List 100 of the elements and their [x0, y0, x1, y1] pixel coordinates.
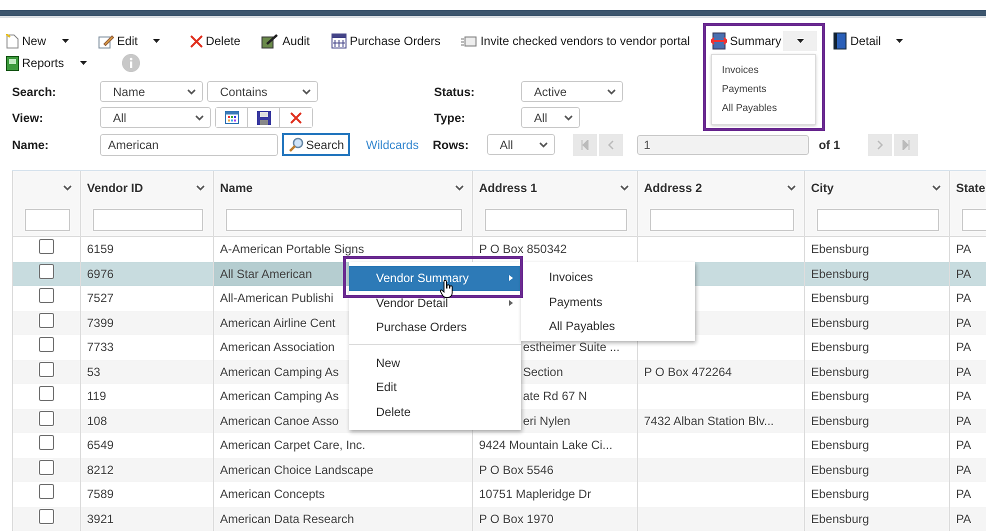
- dropdown-button[interactable]: [783, 31, 818, 51]
- view-select[interactable]: All: [100, 107, 211, 128]
- toolbar-button[interactable]: Invite checked vendors to vendor portal: [459, 31, 692, 51]
- table-cell: Ebensburg: [811, 340, 870, 354]
- toolbar-button[interactable]: Detail: [831, 31, 883, 51]
- caret-icon: [80, 61, 87, 65]
- last-page-button[interactable]: [894, 134, 918, 156]
- filter-field[interactable]: [650, 209, 794, 231]
- toolbar-button[interactable]: Audit: [259, 31, 312, 51]
- chevron-icon: [564, 114, 573, 120]
- first-page-icon: [580, 140, 589, 150]
- menu-item[interactable]: Vendor Summary: [349, 266, 521, 290]
- operator-select[interactable]: Contains: [207, 81, 318, 102]
- caret-icon: [153, 39, 160, 43]
- first-page-button[interactable]: [572, 134, 597, 156]
- table-cell: Ebensburg: [811, 316, 870, 330]
- menu-item[interactable]: Payments: [521, 290, 695, 314]
- row-checkbox[interactable]: [39, 264, 54, 278]
- menu-item[interactable]: Invoices: [521, 265, 695, 290]
- table-cell: Ebensburg: [811, 266, 870, 281]
- table-cell: PA: [956, 414, 972, 428]
- row-checkbox[interactable]: [39, 288, 54, 303]
- column-header[interactable]: City: [811, 180, 834, 194]
- dropdown-item[interactable]: Payments: [712, 80, 815, 99]
- column-header[interactable]: Name: [220, 180, 253, 194]
- column-header[interactable]: Address 1: [479, 180, 538, 194]
- previous-page-icon: [608, 140, 614, 150]
- chevron-icon: [302, 88, 311, 94]
- row-checkbox[interactable]: [39, 362, 54, 376]
- menu-item[interactable]: All Payables: [521, 314, 695, 338]
- filter-field[interactable]: [25, 209, 70, 231]
- chevron-icon: [187, 88, 196, 94]
- table-cell: 7432 Alban Station Blv...: [644, 414, 774, 428]
- name-field[interactable]: American: [100, 134, 278, 156]
- rows-select[interactable]: All: [486, 134, 555, 155]
- row-checkbox[interactable]: [39, 410, 54, 426]
- table-cell: American Data Research: [220, 512, 354, 526]
- row-checkbox[interactable]: [39, 386, 54, 401]
- type-select[interactable]: All: [521, 107, 580, 128]
- table-cell: 10751 Mapleridge Dr: [479, 487, 592, 502]
- clipboard-pen-icon: [261, 33, 280, 49]
- caret-icon: [62, 39, 69, 43]
- toolbar-button[interactable]: Delete: [188, 31, 242, 51]
- menu-item[interactable]: Purchase Orders: [349, 315, 521, 340]
- table-cell: 7589: [87, 487, 114, 502]
- table-cell: A-American Portable Signs: [220, 242, 364, 256]
- row-checkbox[interactable]: [39, 312, 54, 328]
- table-cell: Ebensburg: [811, 364, 870, 379]
- grid-icon[interactable]: [216, 108, 248, 127]
- row-checkbox[interactable]: [39, 435, 54, 450]
- chevron-icon: [607, 88, 616, 94]
- dropdown-item[interactable]: Invoices: [712, 61, 815, 80]
- row-checkbox[interactable]: [39, 337, 54, 352]
- chevron-icon: [538, 142, 548, 148]
- toolbar-button[interactable]: Edit: [96, 31, 140, 51]
- toolbar-button[interactable]: Summary: [708, 31, 784, 51]
- dropdown-item[interactable]: All Payables: [712, 99, 815, 118]
- table-cell: Ebensburg: [811, 414, 870, 428]
- row-checkbox[interactable]: [39, 239, 54, 254]
- pencil-note-icon: [98, 34, 114, 48]
- table-cell: P O Box 850342: [479, 242, 567, 256]
- previous-page-button[interactable]: [598, 134, 623, 156]
- table-cell: Ebensburg: [811, 438, 870, 452]
- menu-item[interactable]: New: [349, 350, 521, 375]
- field-label: Type:: [434, 110, 466, 124]
- filter-field[interactable]: [226, 209, 462, 231]
- page-field[interactable]: 1: [636, 134, 809, 154]
- row-checkbox[interactable]: [39, 460, 54, 474]
- table-cell: PA: [956, 512, 972, 526]
- table-cell: Ebensburg: [811, 487, 870, 502]
- column-header[interactable]: Vendor ID: [87, 180, 144, 194]
- toolbar-button[interactable]: New: [4, 31, 48, 51]
- filter-field[interactable]: [93, 209, 203, 231]
- table-cell: American Choice Landscape: [220, 462, 374, 477]
- search-button[interactable]: Search: [282, 133, 350, 156]
- filter-field[interactable]: [485, 209, 627, 231]
- table-cell: 9424 Mountain Lake Ci...: [479, 438, 612, 452]
- next-page-button[interactable]: [868, 134, 892, 156]
- table-cell: 6159: [87, 242, 114, 256]
- next-page-icon: [877, 140, 884, 150]
- table-cell: P O Box 5546: [479, 462, 554, 477]
- delete-icon: [190, 34, 203, 48]
- status-select[interactable]: Active: [521, 81, 623, 102]
- row-checkbox[interactable]: [39, 484, 54, 499]
- column-menu-icon: [620, 184, 629, 190]
- column-header[interactable]: Address 2: [644, 180, 702, 194]
- column-header[interactable]: State: [956, 180, 986, 194]
- wildcards-link[interactable]: Wildcards: [366, 138, 419, 152]
- menu-item[interactable]: Edit: [349, 375, 521, 400]
- envelope-icon: [461, 36, 478, 46]
- filter-field[interactable]: [817, 209, 939, 231]
- menu-item[interactable]: Delete: [349, 400, 521, 424]
- table-cell: 7399: [87, 316, 114, 330]
- search-field-select[interactable]: Name: [100, 81, 203, 102]
- caret-icon: [796, 39, 804, 43]
- chevron-icon: [195, 114, 204, 120]
- table-cell: All Star American: [220, 266, 312, 281]
- toolbar-button[interactable]: Reports: [4, 53, 66, 73]
- row-checkbox[interactable]: [39, 508, 54, 524]
- toolbar-button[interactable]: Purchase Orders: [328, 31, 442, 51]
